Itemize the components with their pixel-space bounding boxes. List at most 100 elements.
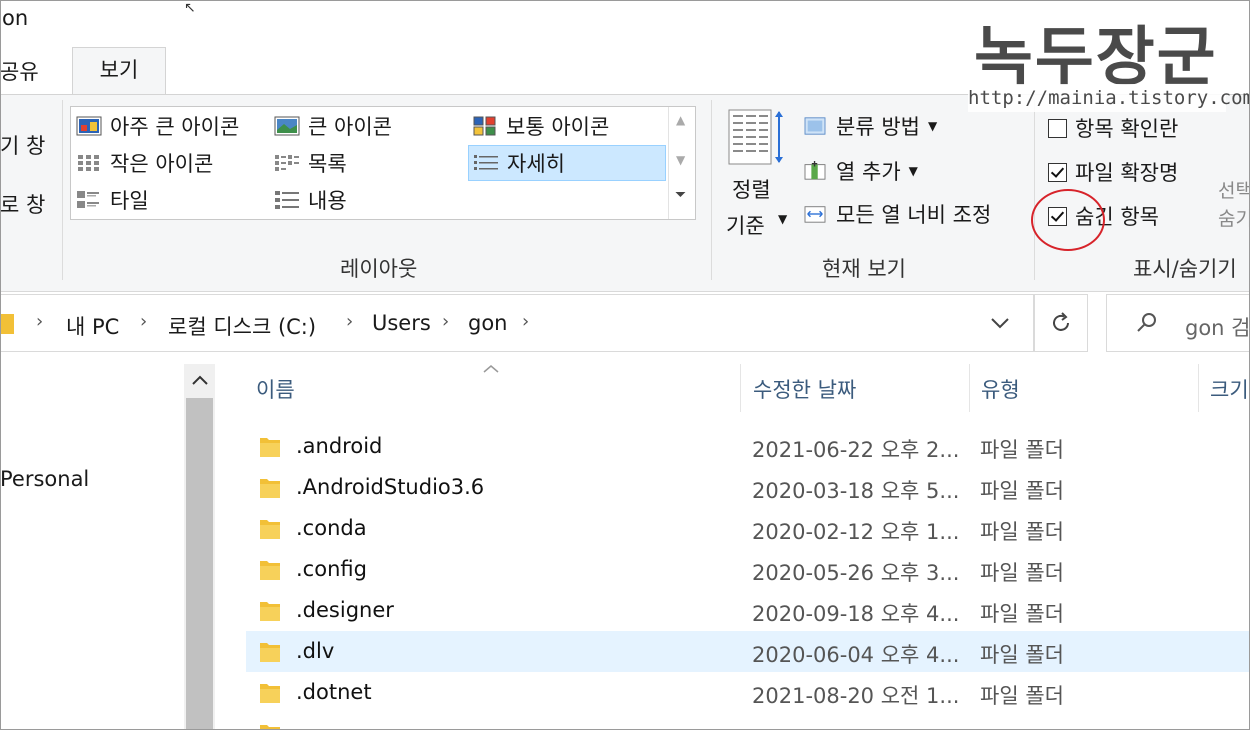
sort-by-label-line1: 정렬 <box>732 178 771 202</box>
refresh-button[interactable] <box>1034 294 1088 352</box>
item-checkboxes-toggle[interactable]: 항목 확인란 <box>1048 112 1178 144</box>
address-history-chevron-icon[interactable] <box>990 316 1010 330</box>
file-row[interactable]: .designer 2020-09-18 오후 4... 파일 폴더 <box>246 590 1250 631</box>
layout-tiles[interactable]: 타일 <box>76 184 149 216</box>
column-divider[interactable] <box>740 364 741 412</box>
mouse-cursor-icon: ↖ <box>184 0 196 16</box>
column-header-type[interactable]: 유형 <box>981 374 1020 404</box>
layout-label: 목록 <box>308 152 347 176</box>
breadcrumb-separator-icon[interactable]: › <box>522 311 529 332</box>
file-row-partial[interactable] <box>246 713 1250 730</box>
medium-icons-icon <box>473 116 496 136</box>
folder-icon <box>260 725 280 730</box>
hide-selected-label-line1[interactable]: 선택 <box>1218 176 1250 203</box>
sort-by-icon <box>728 109 783 165</box>
group-by-icon <box>804 117 826 135</box>
file-date: 2020-09-18 오후 4... <box>752 602 960 626</box>
file-date: 2021-06-22 오후 2... <box>752 438 960 462</box>
scroll-down-icon[interactable]: ▼ <box>676 153 685 167</box>
file-row-selected[interactable]: .dlv 2020-06-04 오후 4... 파일 폴더 <box>246 631 1250 672</box>
size-all-columns-button[interactable]: 모든 열 너비 조정 <box>802 198 991 230</box>
size-all-columns-label: 모든 열 너비 조정 <box>836 203 992 227</box>
hide-selected-label-line2[interactable]: 숨기 <box>1218 204 1250 231</box>
layout-label: 작은 아이콘 <box>110 152 214 176</box>
watermark-url: http://mainia.tistory.com <box>968 84 1250 112</box>
small-icons-icon <box>78 155 99 171</box>
large-icons-icon <box>274 116 300 136</box>
add-column-label: 열 추가 <box>836 160 901 184</box>
scroll-up-icon[interactable]: ▲ <box>676 113 685 127</box>
file-date: 2020-06-04 오후 4... <box>752 643 960 667</box>
sort-ascending-icon <box>483 365 499 373</box>
add-column-button[interactable]: 열 추가 ▼ <box>802 155 918 187</box>
gallery-expand-icon[interactable]: ⏷ <box>675 187 686 203</box>
file-name: .conda <box>296 516 367 540</box>
file-row[interactable]: .dotnet 2021-08-20 오전 1... 파일 폴더 <box>246 672 1250 713</box>
layout-gallery-scroller: ▲ ▼ ⏷ <box>668 107 696 219</box>
breadcrumb-separator-icon[interactable]: › <box>442 311 449 332</box>
group-label-current-view: 현재 보기 <box>822 257 906 281</box>
layout-details[interactable]: 자세히 <box>468 145 666 181</box>
layout-extra-large-icons[interactable]: 아주 큰 아이콘 <box>76 110 239 142</box>
breadcrumb-local-disk[interactable]: 로컬 디스크 (C:) <box>168 311 316 341</box>
file-row[interactable]: .config 2020-05-26 오후 3... 파일 폴더 <box>246 549 1250 590</box>
breadcrumb-separator-icon[interactable]: › <box>36 311 43 332</box>
layout-medium-icons[interactable]: 보통 아이콘 <box>472 110 609 142</box>
file-date: 2020-02-12 오후 1... <box>752 520 960 544</box>
search-placeholder: gon 검 <box>1185 316 1250 340</box>
nav-pane-option-1[interactable]: 기 창 <box>0 130 45 160</box>
search-box[interactable]: gon 검 <box>1106 294 1250 352</box>
breadcrumb-separator-icon[interactable]: › <box>346 311 353 332</box>
file-type: 파일 폴더 <box>980 602 1064 626</box>
layout-label: 자세히 <box>507 152 565 176</box>
column-divider[interactable] <box>1198 364 1199 412</box>
layout-label: 타일 <box>110 189 149 213</box>
file-row[interactable]: .android 2021-06-22 오후 2... 파일 폴더 <box>246 426 1250 467</box>
file-name: .android <box>296 434 383 458</box>
sort-by-button[interactable]: 정렬 기준 ▼ <box>722 106 792 238</box>
refresh-icon <box>1053 312 1069 331</box>
file-name: .config <box>296 557 367 581</box>
nav-item-personal[interactable]: Personal <box>0 467 89 491</box>
file-row[interactable]: .AndroidStudio3.6 2020-03-18 오후 5... 파일 … <box>246 467 1250 508</box>
file-row[interactable]: .conda 2020-02-12 오후 1... 파일 폴더 <box>246 508 1250 549</box>
file-extensions-toggle[interactable]: 파일 확장명 <box>1048 156 1178 188</box>
column-header-size[interactable]: 크기 <box>1210 374 1249 404</box>
column-divider[interactable] <box>969 364 970 412</box>
content-view-icon <box>275 191 299 209</box>
layout-label: 아주 큰 아이콘 <box>110 115 240 139</box>
folder-icon <box>260 684 280 703</box>
breadcrumb-this-pc[interactable]: 내 PC <box>66 311 119 341</box>
layout-list[interactable]: 목록 <box>274 147 347 179</box>
tab-share[interactable]: 공유 <box>0 56 39 86</box>
search-icon <box>1137 313 1156 332</box>
nav-scrollbar-thumb[interactable] <box>186 398 213 730</box>
annotation-circle <box>1031 189 1105 251</box>
file-name: .AndroidStudio3.6 <box>296 475 485 499</box>
group-divider <box>62 100 63 280</box>
folder-icon <box>260 438 280 457</box>
layout-small-icons[interactable]: 작은 아이콘 <box>76 147 213 179</box>
layout-label: 큰 아이콘 <box>308 115 392 139</box>
item-checkboxes-checkbox[interactable] <box>1048 118 1067 138</box>
folder-icon <box>260 602 280 621</box>
group-by-button[interactable]: 분류 방법 ▼ <box>802 110 937 142</box>
breadcrumb-separator-icon[interactable]: › <box>140 311 147 332</box>
extra-large-icons-icon <box>76 116 102 136</box>
nav-pane-option-2[interactable]: 로 창 <box>0 189 45 219</box>
breadcrumb-gon[interactable]: gon <box>468 311 508 335</box>
file-date: 2020-03-18 오후 5... <box>752 479 960 503</box>
group-by-label: 분류 방법 <box>836 115 920 139</box>
address-bar[interactable] <box>0 294 1034 352</box>
layout-large-icons[interactable]: 큰 아이콘 <box>274 110 392 142</box>
layout-content[interactable]: 내용 <box>274 184 347 216</box>
scroll-up-icon[interactable] <box>190 372 210 388</box>
tab-view[interactable]: 보기 <box>72 47 166 95</box>
layout-label: 내용 <box>308 189 347 213</box>
chevron-down-icon: ▼ <box>908 164 918 178</box>
file-extensions-checkbox[interactable] <box>1048 162 1067 182</box>
breadcrumb-users[interactable]: Users <box>372 311 431 335</box>
column-header-date[interactable]: 수정한 날짜 <box>753 374 856 404</box>
size-columns-icon <box>804 206 826 223</box>
column-header-name[interactable]: 이름 <box>256 374 295 404</box>
